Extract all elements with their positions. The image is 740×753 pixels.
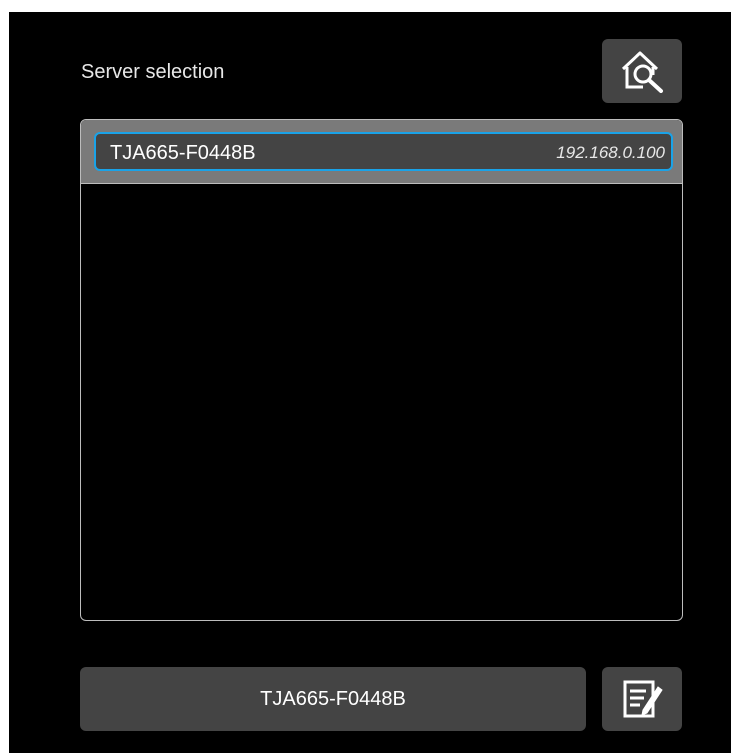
search-servers-button[interactable] <box>602 39 682 103</box>
server-ip: 192.168.0.100 <box>556 143 665 162</box>
server-name: TJA665-F0448B <box>110 142 256 164</box>
selected-row-band: TJA665-F0448B 192.168.0.100 <box>81 120 682 184</box>
selected-server-field[interactable]: TJA665-F0448B <box>80 667 586 731</box>
edit-note-icon <box>623 680 663 718</box>
edit-server-button[interactable] <box>602 667 682 731</box>
server-selection-panel: Server selection TJA665-F0448B 192.168.0… <box>9 12 731 753</box>
server-list-item[interactable]: TJA665-F0448B 192.168.0.100 <box>94 132 673 171</box>
house-search-icon <box>621 51 663 93</box>
page-title: Server selection <box>81 61 225 83</box>
server-list[interactable]: TJA665-F0448B 192.168.0.100 <box>80 119 683 621</box>
